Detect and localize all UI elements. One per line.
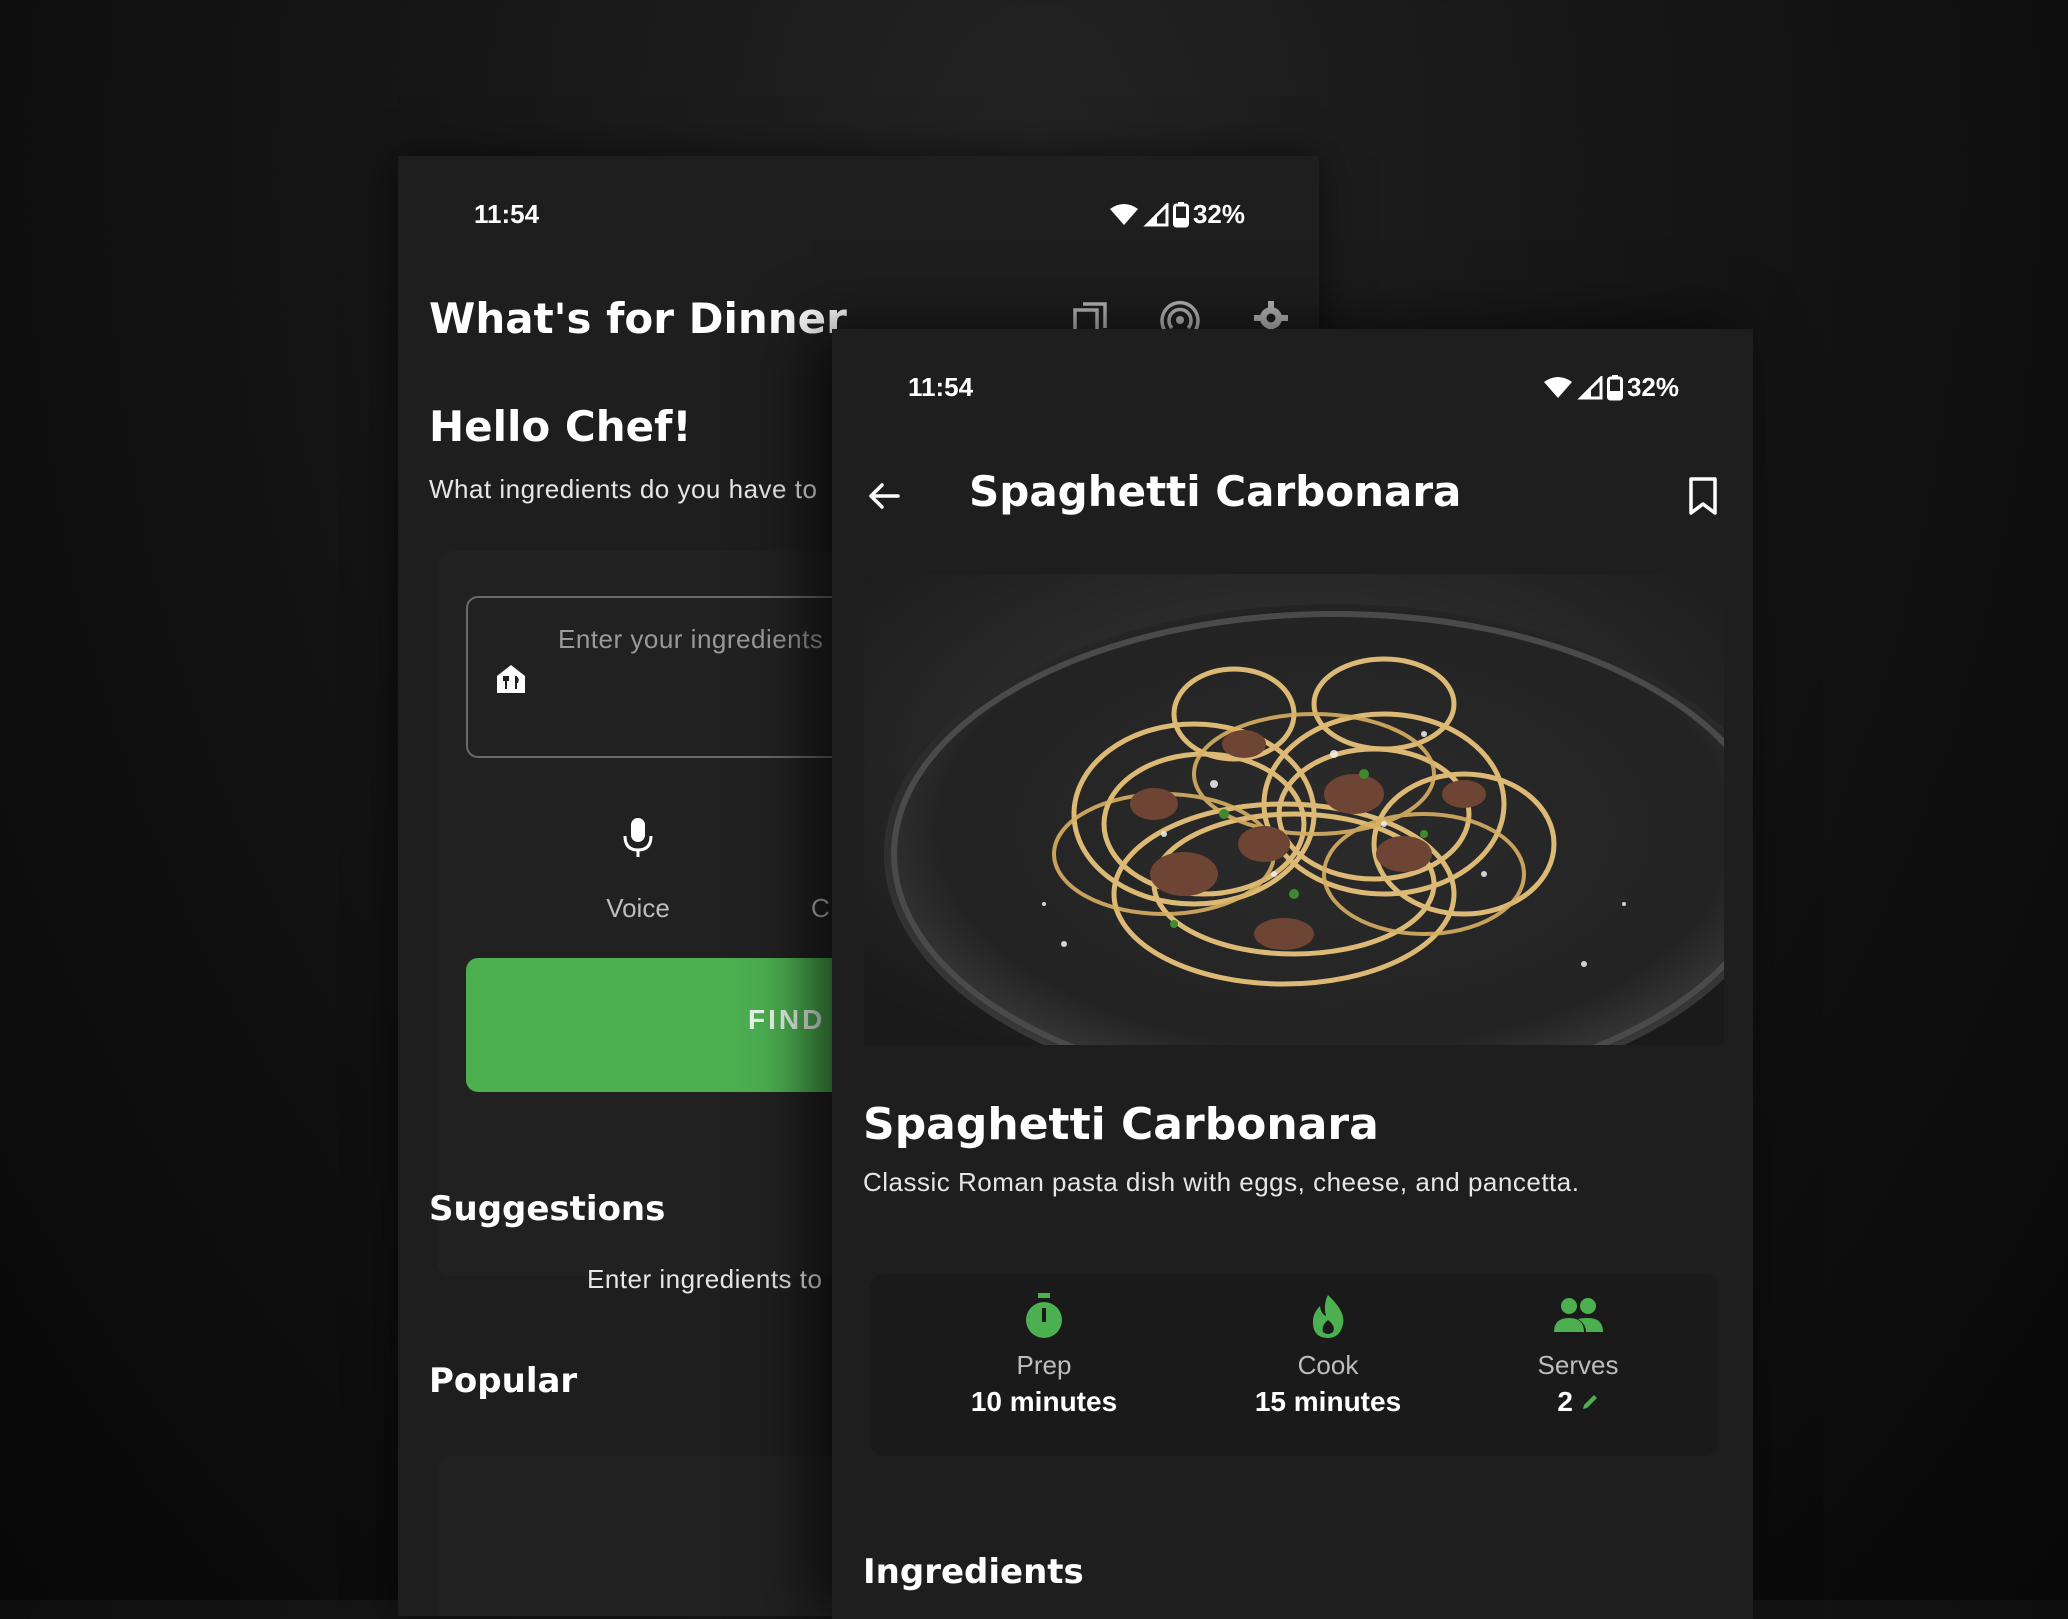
wifi-icon <box>1109 203 1138 225</box>
serves-label: Serves <box>1537 1350 1619 1380</box>
suggestions-heading: Suggestions <box>429 1189 666 1229</box>
status-time: 11:54 <box>474 199 540 229</box>
cook-label: Cook <box>1297 1350 1359 1380</box>
prep-value: 10 minutes <box>970 1386 1118 1417</box>
greeting-heading: Hello Chef! <box>429 402 692 451</box>
back-arrow-icon[interactable] <box>864 476 904 516</box>
restaurant-icon <box>497 665 525 693</box>
ingredients-placeholder: Enter your ingredients <box>558 624 824 654</box>
serves-value: 2 <box>1557 1386 1573 1417</box>
popular-heading: Popular <box>429 1361 578 1401</box>
ingredients-heading: Ingredients <box>863 1552 1084 1592</box>
voice-button-label[interactable]: Voice <box>573 893 703 924</box>
suggestions-hint: Enter ingredients to <box>587 1264 823 1294</box>
app-title: What's for Dinner <box>429 294 847 343</box>
toolbar-title: Spaghetti Carbonara <box>969 467 1462 516</box>
battery-percent: 32% <box>1626 372 1679 402</box>
signal-icon <box>1143 202 1169 226</box>
flame-icon <box>1312 1295 1344 1338</box>
recipe-name: Spaghetti Carbonara <box>863 1099 1379 1150</box>
wifi-icon <box>1543 376 1572 398</box>
status-bar: 11:54 32% <box>832 329 1753 439</box>
cook-value: 15 minutes <box>1254 1386 1402 1417</box>
find-button-label: FIND <box>748 1004 826 1035</box>
recipe-detail-screen: 11:54 32% Spaghetti Carbonara Spaghetti … <box>832 329 1753 1619</box>
battery-icon <box>1606 374 1623 400</box>
status-bar: 11:54 32% <box>398 156 1319 266</box>
signal-icon <box>1577 375 1603 399</box>
microphone-icon[interactable] <box>620 816 656 860</box>
battery-percent: 32% <box>1192 199 1245 229</box>
people-icon <box>1554 1298 1603 1332</box>
recipe-description: Classic Roman pasta dish with eggs, chee… <box>863 1167 1580 1197</box>
prep-label: Prep <box>1016 1350 1072 1380</box>
battery-icon <box>1172 201 1189 227</box>
camera-button-label[interactable]: C <box>811 893 830 924</box>
bookmark-icon[interactable] <box>1687 476 1719 516</box>
ingredient-question: What ingredients do you have to <box>429 474 818 504</box>
edit-pencil-icon[interactable] <box>1581 1393 1599 1411</box>
recipe-photo <box>864 574 1724 1045</box>
recipe-stats-card: Prep 10 minutes Cook 15 minutes Serves 2 <box>870 1274 1718 1456</box>
timer-icon <box>1026 1293 1062 1338</box>
status-time: 11:54 <box>908 372 974 402</box>
